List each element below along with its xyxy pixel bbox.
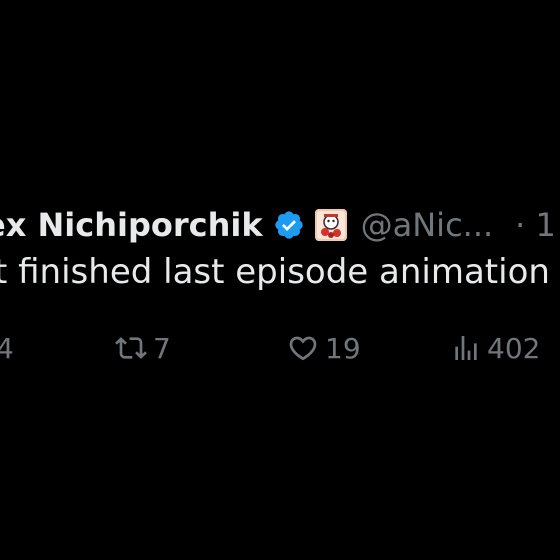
repost-count: 7: [153, 331, 171, 365]
reply-button[interactable]: 4: [0, 326, 14, 370]
user-handle[interactable]: @aNic...: [361, 206, 494, 244]
views-chart-icon: [455, 336, 477, 360]
like-button[interactable]: 19: [285, 326, 361, 370]
like-count: 19: [325, 331, 361, 365]
views-button[interactable]: 402: [449, 326, 540, 370]
tweet-text: t finished last episode animation: [0, 252, 550, 292]
affiliate-badge-icon[interactable]: [314, 209, 347, 241]
heart-icon: [289, 336, 317, 361]
repost-icon: [115, 337, 147, 359]
verified-badge-icon[interactable]: [273, 209, 305, 241]
timestamp[interactable]: · 1: [515, 206, 556, 244]
display-name[interactable]: ex Nichiporchik: [0, 206, 263, 244]
tweet[interactable]: ex Nichiporchik @aNic... · 1 t finished …: [0, 0, 560, 560]
action-bar: 4 7 19 402: [0, 326, 560, 370]
tweet-header: ex Nichiporchik @aNic... · 1: [0, 200, 556, 250]
repost-button[interactable]: 7: [113, 326, 171, 370]
reply-count: 4: [0, 331, 14, 365]
views-count: 402: [487, 331, 541, 365]
